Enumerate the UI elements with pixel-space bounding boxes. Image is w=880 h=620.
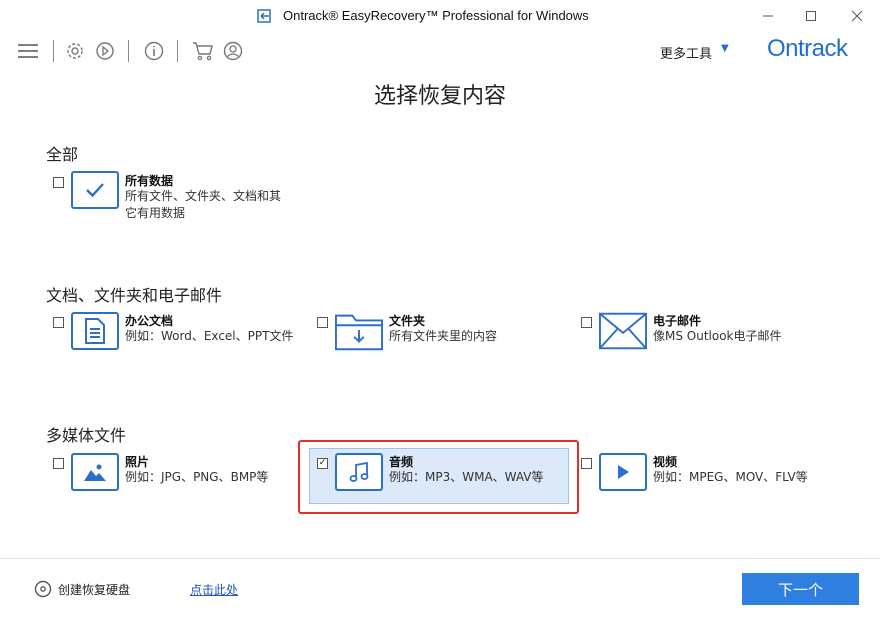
menu-icon[interactable]	[16, 39, 40, 63]
email-desc: 像MS Outlook电子邮件	[653, 329, 782, 343]
next-button[interactable]: 下一个	[742, 573, 859, 605]
create-recovery-disk-label[interactable]: 创建恢复硬盘	[58, 581, 130, 598]
office-docs-checkbox[interactable]	[53, 317, 64, 328]
all-data-desc-line2: 它有用数据	[125, 206, 186, 220]
image-icon	[84, 464, 106, 481]
photos-checkbox[interactable]	[53, 458, 64, 469]
account-icon[interactable]	[221, 39, 245, 63]
app-icon	[257, 9, 271, 23]
minimize-button[interactable]	[745, 0, 791, 32]
folder-icon	[335, 314, 383, 351]
maximize-button[interactable]	[788, 0, 834, 32]
all-data-desc-line1: 所有文件、文件夹、文档和其	[125, 189, 282, 203]
audio-highlight-frame	[298, 440, 579, 514]
toolbar-divider	[128, 40, 129, 62]
page-title: 选择恢复内容	[373, 84, 506, 109]
office-docs-label: 办公文档	[125, 314, 174, 328]
video-label: 视频	[653, 455, 678, 469]
section-title-multimedia: 多媒体文件	[46, 426, 127, 445]
office-docs-desc: 例如：Word、Excel、PPT文件	[125, 329, 294, 343]
video-desc: 例如：MPEG、MOV、FLV等	[653, 470, 808, 484]
play-icon	[618, 465, 629, 479]
gear-icon[interactable]	[63, 39, 87, 63]
recover-icon[interactable]	[93, 39, 117, 63]
close-button[interactable]	[834, 0, 880, 32]
close-icon	[851, 10, 863, 22]
photos-label: 照片	[125, 455, 150, 469]
toolbar-divider	[177, 40, 178, 62]
photos-desc: 例如：JPG、PNG、BMP等	[125, 470, 269, 484]
folder-checkbox[interactable]	[317, 317, 328, 328]
folder-desc: 所有文件夹里的内容	[389, 329, 498, 343]
office-docs-tile[interactable]	[71, 312, 119, 350]
photos-tile[interactable]	[71, 453, 119, 491]
email-tile[interactable]	[599, 312, 647, 350]
cart-icon[interactable]	[191, 39, 215, 63]
footer-divider	[0, 558, 880, 559]
section-title-documents: 文档、文件夹和电子邮件	[46, 286, 223, 305]
video-tile[interactable]	[599, 453, 647, 491]
info-icon[interactable]	[142, 39, 166, 63]
all-data-label: 所有数据	[125, 174, 174, 188]
video-checkbox[interactable]	[581, 458, 592, 469]
disk-icon[interactable]	[34, 580, 52, 598]
window-title: Ontrack® EasyRecovery™ Professional for …	[283, 8, 589, 23]
folder-label: 文件夹	[389, 314, 426, 328]
document-icon	[85, 318, 105, 344]
caret-down-icon[interactable]: ▼	[721, 43, 729, 54]
email-label: 电子邮件	[653, 314, 702, 328]
email-checkbox[interactable]	[581, 317, 592, 328]
section-title-all: 全部	[46, 145, 79, 164]
envelope-icon	[599, 312, 647, 350]
ontrack-logo: Ontrack	[767, 35, 848, 62]
title-bar: Ontrack® EasyRecovery™ Professional for …	[0, 0, 880, 32]
maximize-icon	[806, 11, 816, 21]
toolbar-divider	[53, 40, 54, 62]
more-tools-menu[interactable]: 更多工具	[660, 43, 712, 62]
toolbar: 更多工具 ▼ Ontrack	[0, 32, 880, 70]
folder-tile[interactable]	[335, 312, 383, 351]
all-data-tile[interactable]	[71, 171, 119, 209]
checkmark-icon	[86, 183, 104, 198]
minimize-icon	[763, 15, 773, 17]
all-data-checkbox[interactable]	[53, 177, 64, 188]
click-here-link[interactable]: 点击此处	[190, 581, 238, 598]
